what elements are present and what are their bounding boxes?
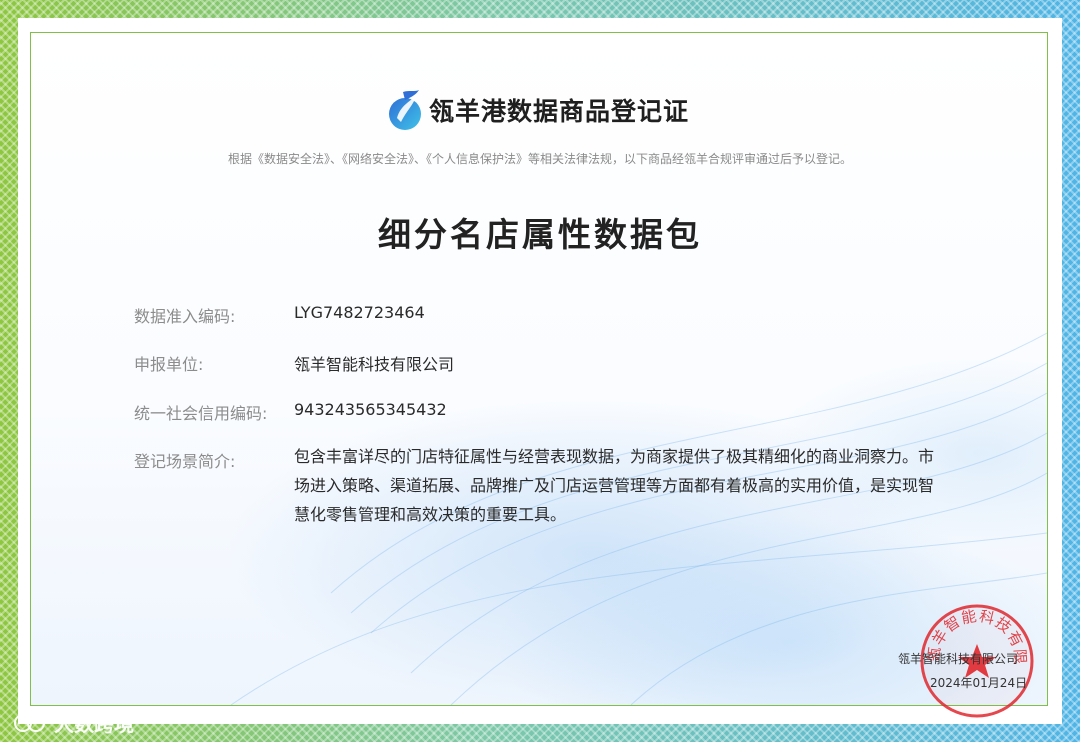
watermark-logo-icon [14,713,45,732]
field-value: 943243565345432 [294,400,447,419]
field-access-code: 数据准入编码: LYG7482723464 [134,303,425,327]
field-credit-code: 统一社会信用编码: 943243565345432 [134,400,447,424]
certificate-header: 瓴羊港数据商品登记证 [387,88,689,132]
watermark-text: 大数跨境 [54,712,134,736]
field-value: 包含丰富详尽的门店特征属性与经营表现数据，为商家提供了极其精细化的商业洞察力。市… [294,447,935,524]
field-scenario: 登记场景简介: 包含丰富详尽的门店特征属性与经营表现数据，为商家提供了极其精细化… [134,447,944,529]
lingyang-logo-icon [389,90,421,130]
product-name: 细分名店属性数据包 [378,215,702,254]
field-label: 统一社会信用编码: [134,404,268,423]
law-statement: 根据《数据安全法》、《网络安全法》、《个人信息保护法》等相关法律法规，以下商品经… [227,152,852,166]
issuer-name: 瓴羊智能科技有限公司 [898,652,1019,666]
watermark: 大数跨境 [12,708,134,737]
field-applicant: 申报单位: 瓴羊智能科技有限公司 [134,351,454,375]
field-value: 瓴羊智能科技有限公司 [294,355,455,374]
field-value: LYG7482723464 [294,303,425,322]
field-label: 数据准入编码: [134,307,236,326]
issue-date: 2024年01月24日 [930,676,1028,690]
certificate-title: 瓴羊港数据商品登记证 [429,97,690,126]
field-label: 登记场景简介: [134,452,236,471]
field-label: 申报单位: [134,355,204,374]
